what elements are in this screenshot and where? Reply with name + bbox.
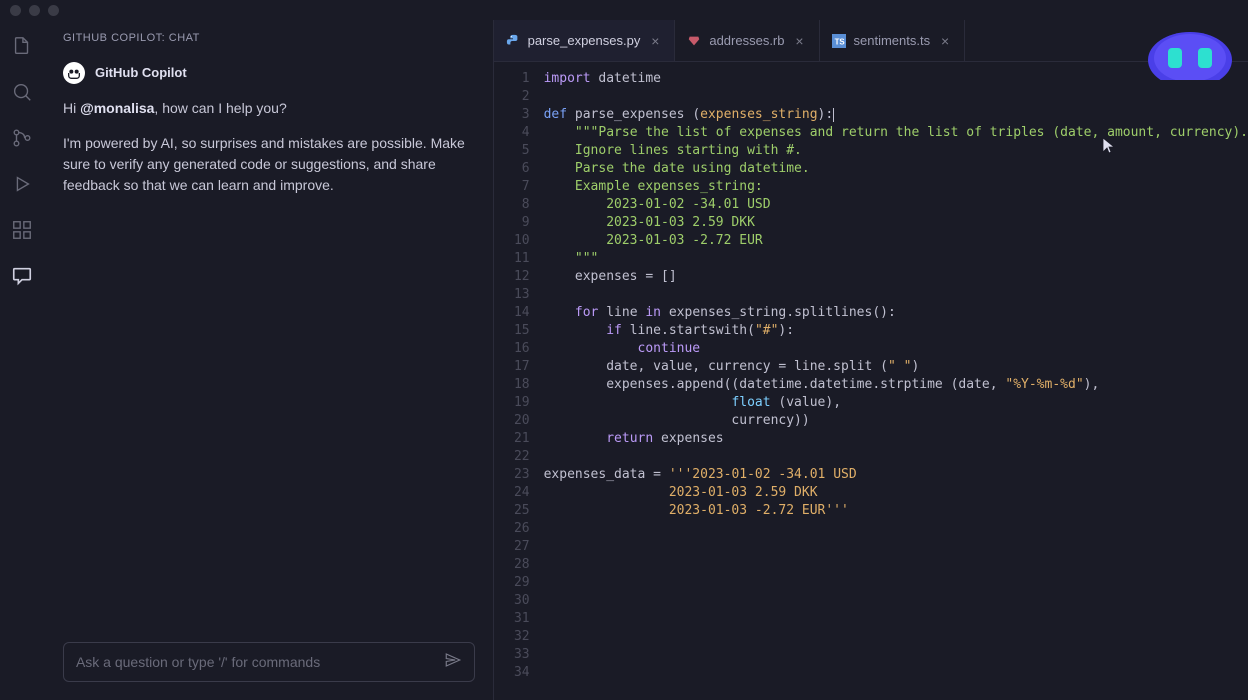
line-gutter: 1234567891011121314151617181920212223242…: [494, 70, 544, 700]
extensions-icon[interactable]: [10, 218, 34, 242]
tab-addresses-rb[interactable]: addresses.rb ×: [675, 20, 819, 61]
window-max-dot[interactable]: [48, 5, 59, 16]
editor-area: parse_expenses.py × addresses.rb × TS sentime…: [494, 20, 1248, 700]
chat-greeting-post: , how can I help you?: [154, 100, 286, 116]
code-editor[interactable]: 1234567891011121314151617181920212223242…: [494, 62, 1248, 700]
copilot-avatar-icon: [63, 62, 85, 84]
chat-greeting: Hi @monalisa, how can I help you?: [63, 98, 475, 119]
chat-panel: GITHUB COPILOT: CHAT GitHub Copilot Hi @…: [45, 20, 494, 700]
chat-greeting-pre: Hi: [63, 100, 80, 116]
window-close-dot[interactable]: [10, 5, 21, 16]
chat-input-container[interactable]: [63, 642, 475, 682]
code-content[interactable]: import datetime def parse_expenses (expe…: [544, 70, 1248, 700]
chat-icon[interactable]: [10, 264, 34, 288]
close-icon[interactable]: ×: [648, 34, 662, 48]
titlebar: [0, 0, 1248, 20]
editor-tabs: parse_expenses.py × addresses.rb × TS sentime…: [494, 20, 1248, 62]
chat-panel-title: GITHUB COPILOT: CHAT: [45, 20, 493, 52]
run-debug-icon[interactable]: [10, 172, 34, 196]
tab-label: parse_expenses.py: [528, 33, 641, 48]
chat-mention: @monalisa: [80, 100, 154, 116]
search-icon[interactable]: [10, 80, 34, 104]
svg-text:TS: TS: [834, 37, 844, 46]
chat-sender-name: GitHub Copilot: [95, 63, 187, 83]
chat-input[interactable]: [76, 654, 436, 670]
source-control-icon[interactable]: [10, 126, 34, 150]
tab-label: sentiments.ts: [854, 33, 931, 48]
close-icon[interactable]: ×: [938, 34, 952, 48]
tab-sentiments-ts[interactable]: TS sentiments.ts ×: [820, 20, 966, 61]
tab-label: addresses.rb: [709, 33, 784, 48]
chat-disclaimer: I'm powered by AI, so surprises and mist…: [63, 133, 475, 196]
tab-parse_expenses-py[interactable]: parse_expenses.py ×: [494, 20, 676, 61]
close-icon[interactable]: ×: [793, 34, 807, 48]
files-icon[interactable]: [10, 34, 34, 58]
send-icon[interactable]: [444, 651, 462, 674]
window-min-dot[interactable]: [29, 5, 40, 16]
activity-bar: [0, 20, 45, 700]
chat-sender-row: GitHub Copilot: [63, 62, 475, 84]
